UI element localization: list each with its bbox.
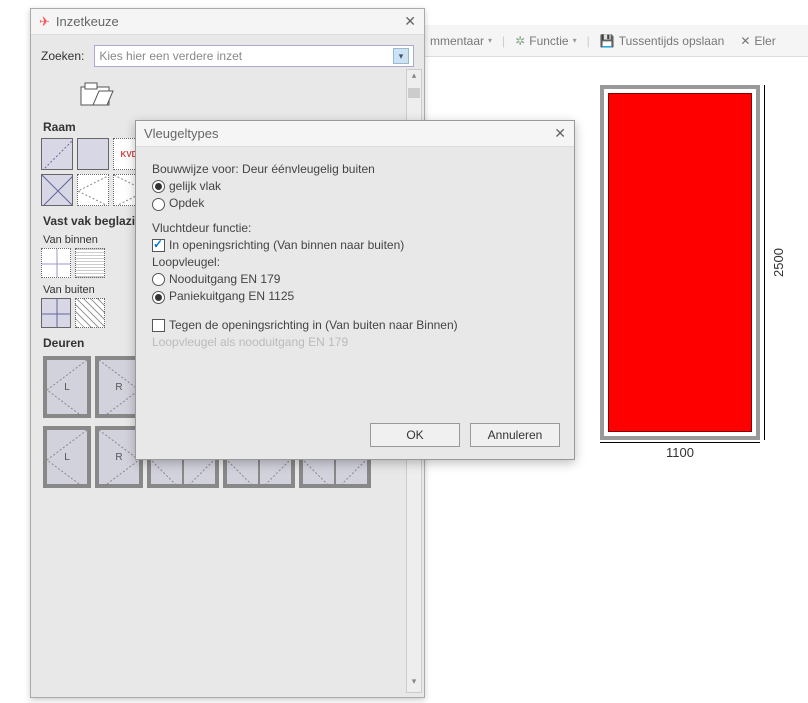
search-dropdown[interactable]: Kies hier een verdere inzet ▾: [94, 45, 414, 67]
radio-paniekuitgang[interactable]: Paniekuitgang EN 1125: [152, 289, 558, 303]
dimension-height: 2500: [768, 85, 788, 440]
scroll-up-icon[interactable]: ▴: [407, 70, 421, 86]
deur-tile[interactable]: L: [43, 356, 91, 418]
label-vluchtdeur: Vluchtdeur functie:: [152, 221, 558, 235]
checkbox-icon: [152, 239, 165, 252]
check-in-opening[interactable]: In openingsrichting (Van binnen naar bui…: [152, 238, 558, 252]
search-row: Zoeken: Kies hier een verdere inzet ▾: [31, 35, 424, 73]
checkbox-icon: [152, 319, 165, 332]
dialog-title: Vleugeltypes: [144, 126, 218, 141]
window-title: Inzetkeuze: [56, 14, 119, 29]
glazing-tile[interactable]: [41, 248, 71, 278]
annuleren-button[interactable]: Annuleren: [470, 423, 560, 447]
glazing-tile[interactable]: [75, 298, 105, 328]
folder-icon[interactable]: [79, 81, 424, 112]
scroll-down-icon[interactable]: ▾: [407, 676, 421, 692]
close-icon[interactable]: ✕: [554, 125, 566, 142]
close-icon: ✕: [740, 34, 750, 48]
titlebar-vleugeltypes[interactable]: Vleugeltypes ✕: [136, 121, 574, 147]
radio-gelijk-vlak[interactable]: gelijk vlak: [152, 179, 558, 193]
btn-eler[interactable]: ✕Eler: [734, 34, 781, 48]
gear-icon: ✲: [515, 34, 525, 48]
btn-commentaar[interactable]: mmentaar▾: [424, 34, 498, 48]
chevron-down-icon: ▾: [488, 36, 492, 45]
element-preview: [600, 85, 780, 465]
label-bouwwijze: Bouwwijze voor: Deur éénvleugelig buiten: [152, 162, 558, 176]
radio-icon: [152, 180, 165, 193]
btn-functie[interactable]: ✲Functie▾: [509, 34, 582, 48]
raam-tile[interactable]: [77, 174, 109, 206]
chevron-down-icon[interactable]: ▾: [393, 48, 409, 64]
raam-tile[interactable]: [41, 174, 73, 206]
dimension-line-vertical: [764, 85, 765, 440]
dimension-width: 1100: [600, 445, 760, 460]
radio-icon: [152, 198, 165, 211]
radio-opdek[interactable]: Opdek: [152, 196, 558, 210]
radio-icon: [152, 273, 165, 286]
door-frame[interactable]: [600, 85, 760, 440]
glazing-tile[interactable]: [41, 298, 71, 328]
label-loopvleugel: Loopvleugel:: [152, 255, 558, 269]
search-label: Zoeken:: [41, 49, 84, 63]
save-icon: 💾: [600, 34, 615, 48]
deur-tile[interactable]: L: [43, 426, 91, 488]
search-placeholder: Kies hier een verdere inzet: [99, 49, 242, 63]
titlebar-inzetkeuze[interactable]: ✈ Inzetkeuze ✕: [31, 9, 424, 35]
dimension-line-horizontal: [600, 442, 760, 443]
dialog-vleugeltypes: Vleugeltypes ✕ Bouwwijze voor: Deur éénv…: [135, 120, 575, 460]
raam-tile[interactable]: [77, 138, 109, 170]
toolbar: mmentaar▾ | ✲Functie▾ | 💾Tussentijds ops…: [420, 25, 808, 57]
check-tegen-opening[interactable]: Tegen de openingsrichting in (Van buiten…: [152, 318, 558, 332]
check-loop-nood-disabled: Loopvleugel als nooduitgang EN 179: [152, 335, 558, 349]
glazing-tile[interactable]: [75, 248, 105, 278]
btn-opslaan[interactable]: 💾Tussentijds opslaan: [594, 34, 731, 48]
dialog-buttons: OK Annuleren: [370, 423, 560, 447]
app-icon: ✈: [39, 14, 50, 30]
close-icon[interactable]: ✕: [404, 13, 416, 30]
raam-tile[interactable]: [41, 138, 73, 170]
radio-nooduitgang[interactable]: Nooduitgang EN 179: [152, 272, 558, 286]
scroll-thumb[interactable]: [408, 88, 420, 98]
radio-icon: [152, 291, 165, 304]
chevron-down-icon: ▾: [573, 36, 577, 45]
door-panel[interactable]: [608, 93, 752, 432]
ok-button[interactable]: OK: [370, 423, 460, 447]
